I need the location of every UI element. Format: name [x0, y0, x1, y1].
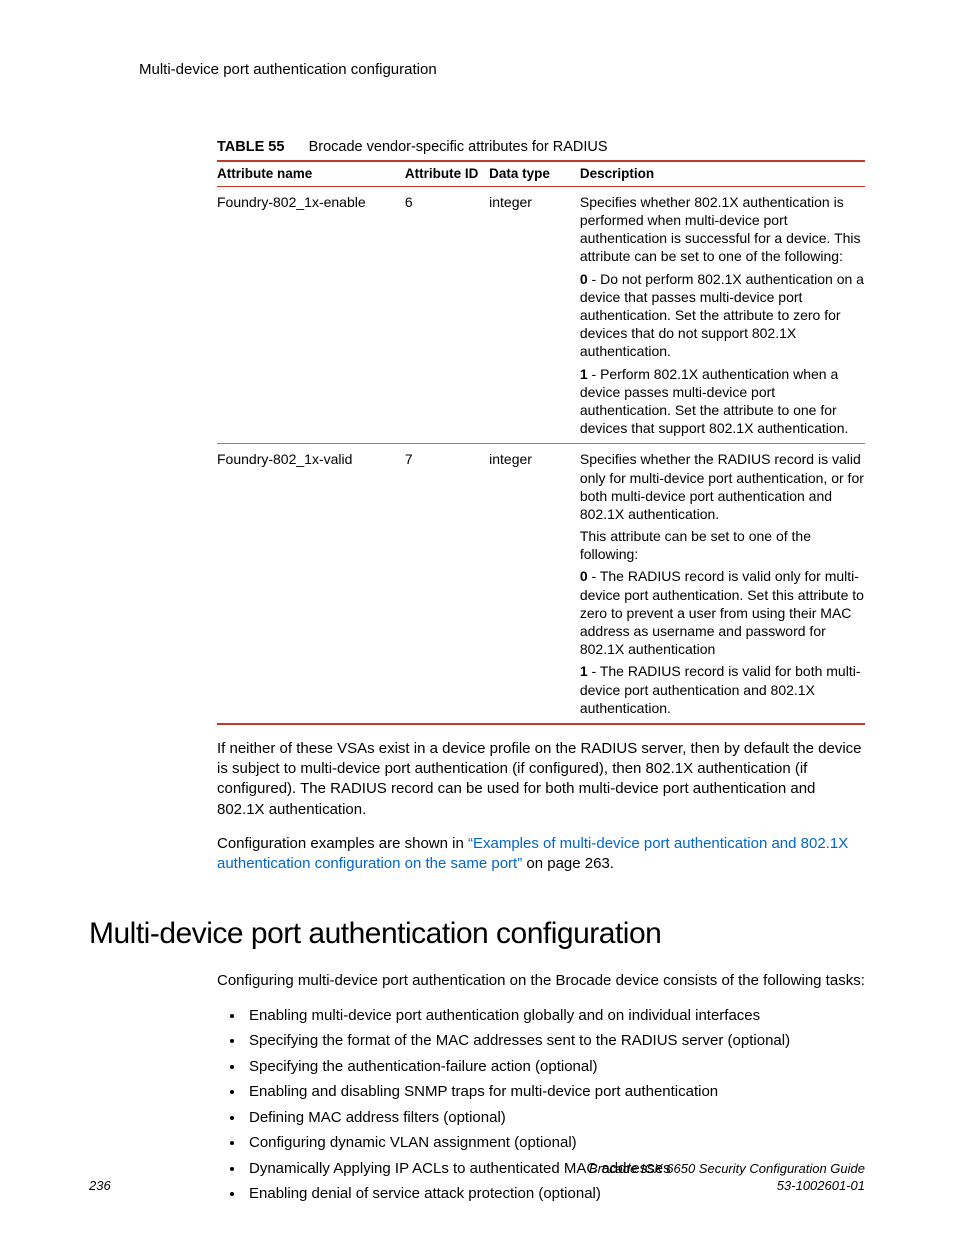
cell-description: Specifies whether 802.1X authentication … [580, 186, 865, 443]
th-description: Description [580, 161, 865, 186]
desc-intro: Specifies whether the RADIUS record is v… [580, 450, 865, 523]
cell-attr-id: 7 [405, 444, 489, 724]
running-header: Multi-device port authentication configu… [139, 60, 865, 80]
list-item: Specifying the format of the MAC address… [245, 1031, 865, 1051]
page-number: 236 [89, 1178, 111, 1195]
footer-doc-number: 53-1002601-01 [589, 1178, 865, 1195]
desc-option-1: 1 - Perform 802.1X authentication when a… [580, 365, 865, 438]
cell-attr-name: Foundry-802_1x-enable [217, 186, 405, 443]
list-item: Enabling and disabling SNMP traps for mu… [245, 1082, 865, 1102]
desc-option-0: 0 - The RADIUS record is valid only for … [580, 567, 865, 658]
list-item: Enabling multi-device port authenticatio… [245, 1006, 865, 1026]
desc-option-text: - The RADIUS record is valid for both mu… [580, 663, 861, 715]
desc-option-0: 0 - Do not perform 802.1X authentication… [580, 270, 865, 361]
desc-option-lead: 1 [580, 366, 588, 382]
footer-doc-title: Brocade ICX 6650 Security Configuration … [589, 1161, 865, 1178]
page-footer: 236 Brocade ICX 6650 Security Configurat… [89, 1161, 865, 1195]
table-label: TABLE 55 [217, 139, 284, 155]
table-caption: TABLE 55 Brocade vendor-specific attribu… [217, 138, 865, 157]
desc-option-1: 1 - The RADIUS record is valid for both … [580, 662, 865, 717]
desc-option-lead: 1 [580, 663, 588, 679]
desc-note: This attribute can be set to one of the … [580, 527, 865, 563]
cell-data-type: integer [489, 186, 580, 443]
th-attribute-name: Attribute name [217, 161, 405, 186]
desc-option-text: - Perform 802.1X authentication when a d… [580, 366, 849, 437]
para-text: on page 263. [522, 855, 614, 872]
section-intro: Configuring multi-device port authentica… [217, 971, 865, 991]
vsa-table: Attribute name Attribute ID Data type De… [217, 160, 865, 725]
table-row: Foundry-802_1x-valid 7 integer Specifies… [217, 444, 865, 724]
th-attribute-id: Attribute ID [405, 161, 489, 186]
list-item: Configuring dynamic VLAN assignment (opt… [245, 1133, 865, 1153]
desc-option-lead: 0 [580, 271, 588, 287]
desc-option-lead: 0 [580, 568, 588, 584]
cell-attr-id: 6 [405, 186, 489, 443]
list-item: Specifying the authentication-failure ac… [245, 1057, 865, 1077]
section-heading: Multi-device port authentication configu… [89, 914, 865, 953]
th-data-type: Data type [489, 161, 580, 186]
cell-data-type: integer [489, 444, 580, 724]
desc-option-text: - The RADIUS record is valid only for mu… [580, 568, 864, 657]
list-item: Defining MAC address filters (optional) [245, 1108, 865, 1128]
table-caption-text: Brocade vendor-specific attributes for R… [309, 139, 608, 155]
body-paragraph: If neither of these VSAs exist in a devi… [217, 739, 865, 820]
cell-description: Specifies whether the RADIUS record is v… [580, 444, 865, 724]
body-paragraph: Configuration examples are shown in “Exa… [217, 834, 865, 875]
table-row: Foundry-802_1x-enable 6 integer Specifie… [217, 186, 865, 443]
cell-attr-name: Foundry-802_1x-valid [217, 444, 405, 724]
desc-option-text: - Do not perform 802.1X authentication o… [580, 271, 864, 360]
para-text: Configuration examples are shown in [217, 835, 468, 852]
desc-intro: Specifies whether 802.1X authentication … [580, 193, 865, 266]
